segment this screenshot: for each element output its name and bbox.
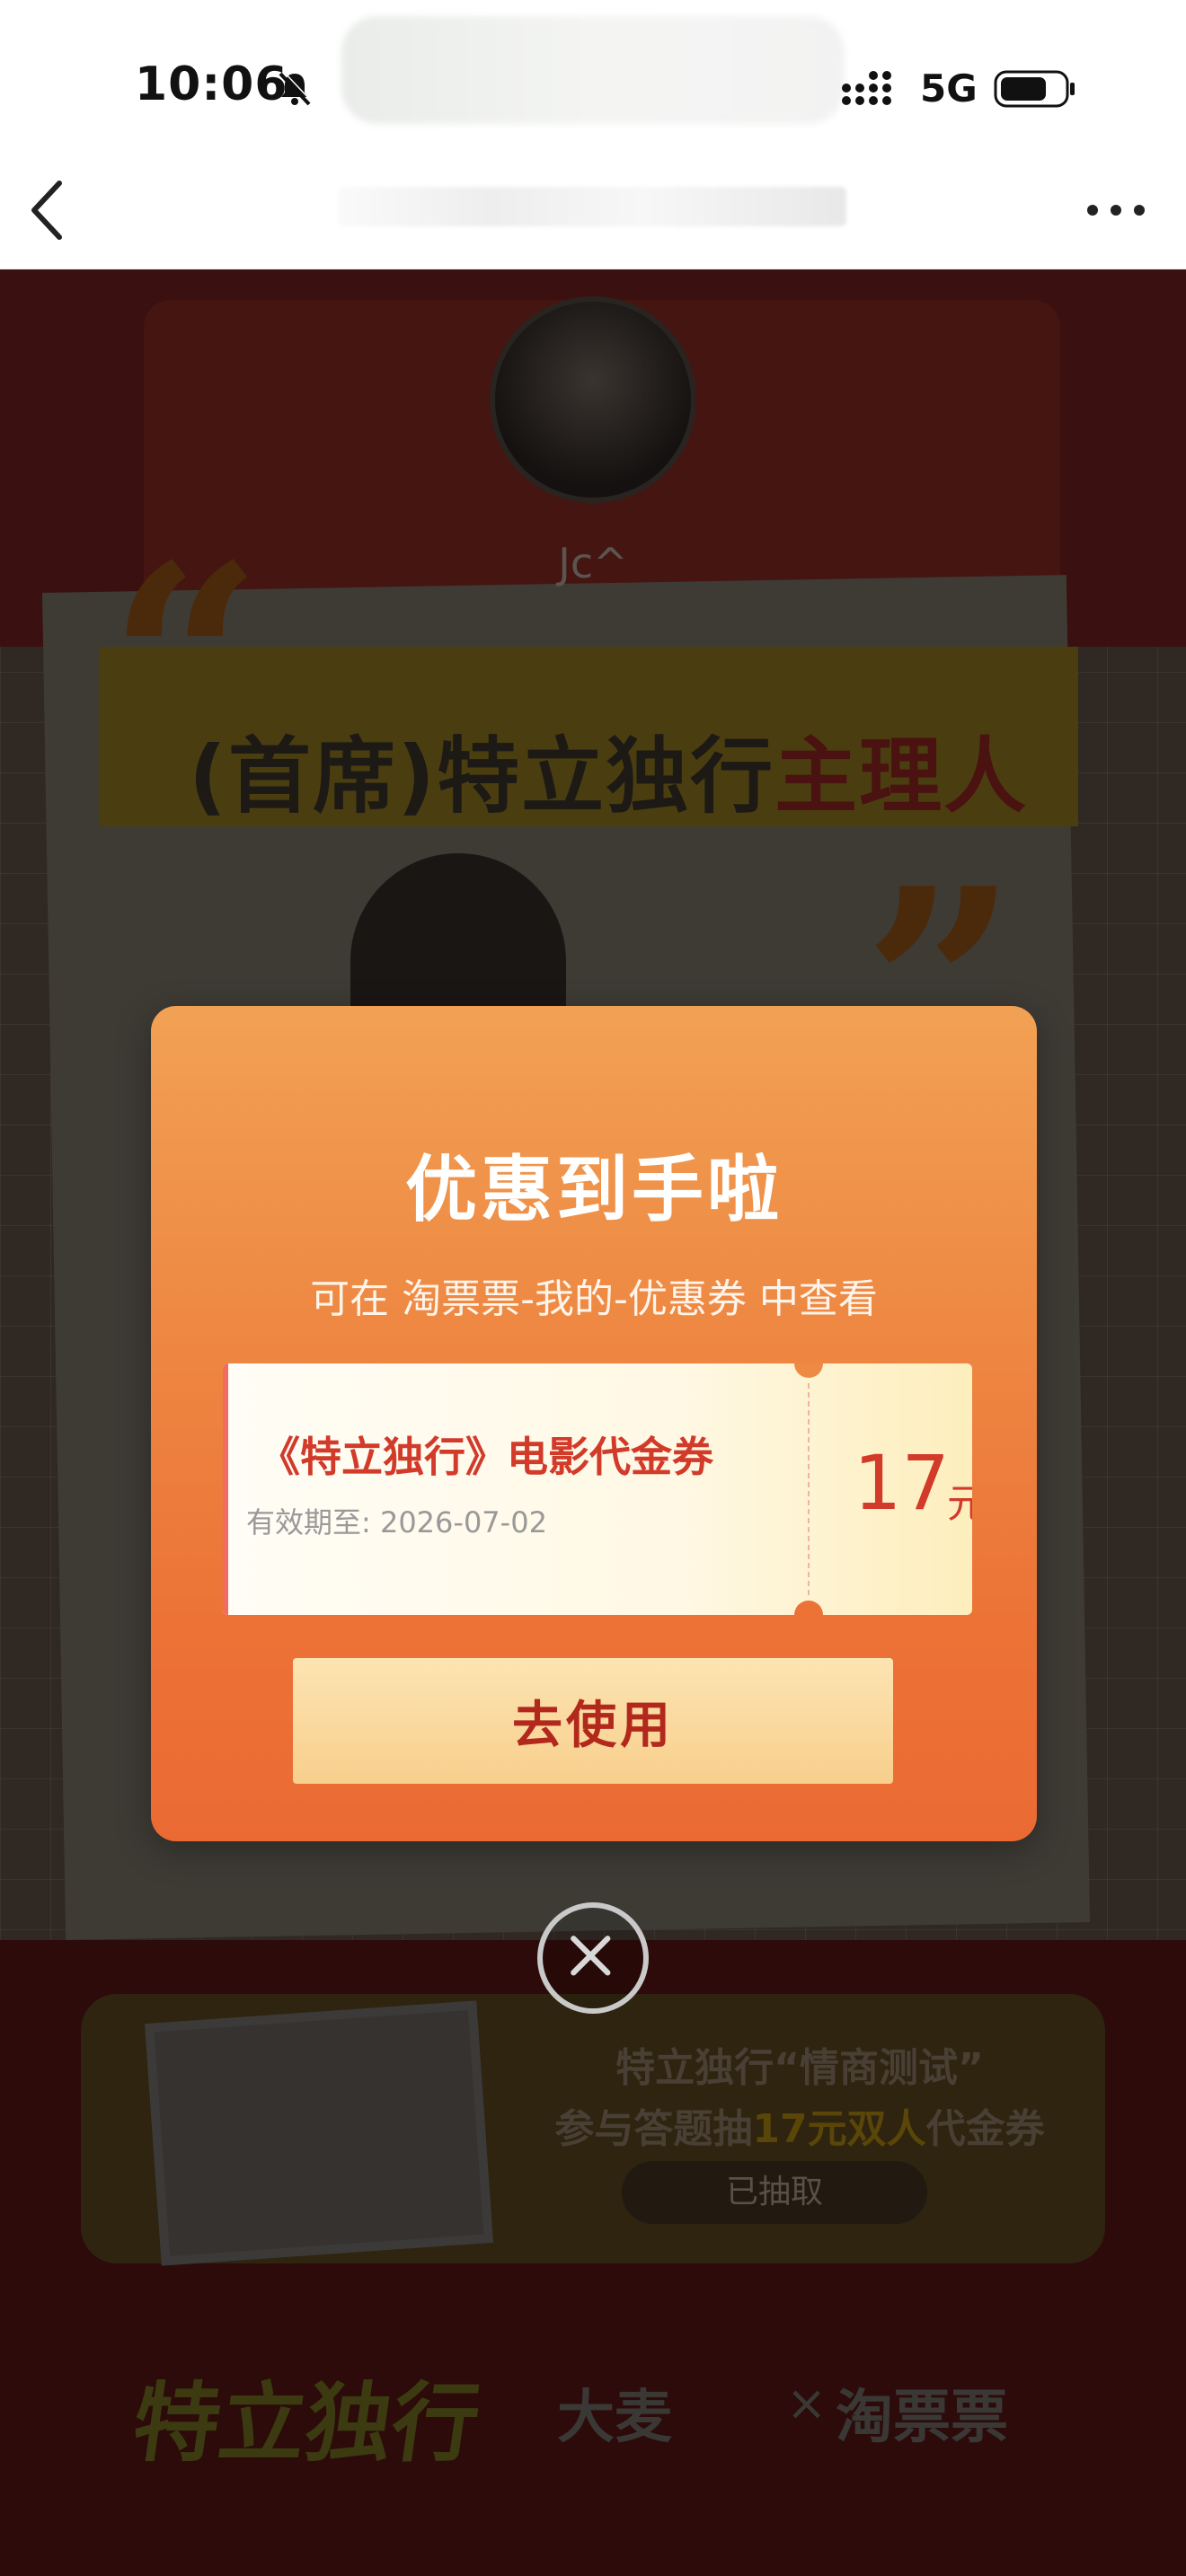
status-time: 10:06 — [135, 57, 288, 111]
ticket-notch-top — [794, 1363, 823, 1378]
coupon-amount: 17 — [854, 1439, 950, 1527]
close-modal-icon[interactable] — [537, 1902, 649, 2014]
promo-subtitle-prefix: 参与答题抽 — [554, 2106, 753, 2152]
footer-brand-damai: 大麦 — [557, 2385, 672, 2451]
back-chevron-icon[interactable] — [27, 176, 66, 244]
coupon-unit: 元 — [947, 1481, 972, 1527]
coupon-name: 《特立独行》电影代金券 — [259, 1433, 713, 1481]
headline-prefix: (首席)特立独行 — [189, 728, 775, 825]
footer-brand-taopiaopiao: 淘票票 — [836, 2385, 1008, 2451]
promo-title: 特立独行“情商测试” — [615, 2045, 984, 2091]
ticket-edge-stripe — [223, 1363, 228, 1615]
modal-subtitle: 可在 淘票票-我的-优惠券 中查看 — [310, 1276, 878, 1322]
blurred-page-title — [338, 187, 846, 226]
footer-separator: × — [786, 2375, 828, 2431]
signal-icon — [842, 71, 891, 105]
ticket-notch-bottom — [794, 1601, 823, 1615]
more-options-icon[interactable] — [1085, 198, 1146, 223]
user-avatar — [490, 296, 696, 503]
headline-accent: 主理人 — [774, 728, 1029, 825]
footer-movie-logo: 特立独行 — [126, 2372, 486, 2474]
result-headline: (首席)特立独行主理人 — [189, 710, 1028, 829]
use-coupon-button[interactable]: 去使用 — [293, 1658, 893, 1784]
network-type: 5G — [920, 66, 978, 110]
promo-subtitle-suffix: 代金券 — [925, 2106, 1045, 2152]
silent-bell-icon — [279, 70, 313, 106]
blurred-notification — [341, 16, 845, 124]
battery-icon — [994, 70, 1075, 108]
coupon-expiry: 有效期至: 2026-07-02 — [246, 1505, 547, 1539]
promo-photo — [145, 2000, 493, 2266]
modal-title: 优惠到手啦 — [405, 1148, 783, 1231]
promo-subtitle: 参与答题抽17元双人代金券 — [503, 2096, 1096, 2154]
coupon-modal: 优惠到手啦 可在 淘票票-我的-优惠券 中查看 《特立独行》电影代金券 有效期至… — [151, 1006, 1037, 1841]
ticket-divider — [808, 1383, 810, 1595]
promo-subtitle-highlight: 17元双人 — [752, 2106, 926, 2152]
coupon-ticket: 《特立独行》电影代金券 有效期至: 2026-07-02 17 元 — [223, 1363, 972, 1615]
promo-drawn-button: 已抽取 — [622, 2161, 927, 2224]
